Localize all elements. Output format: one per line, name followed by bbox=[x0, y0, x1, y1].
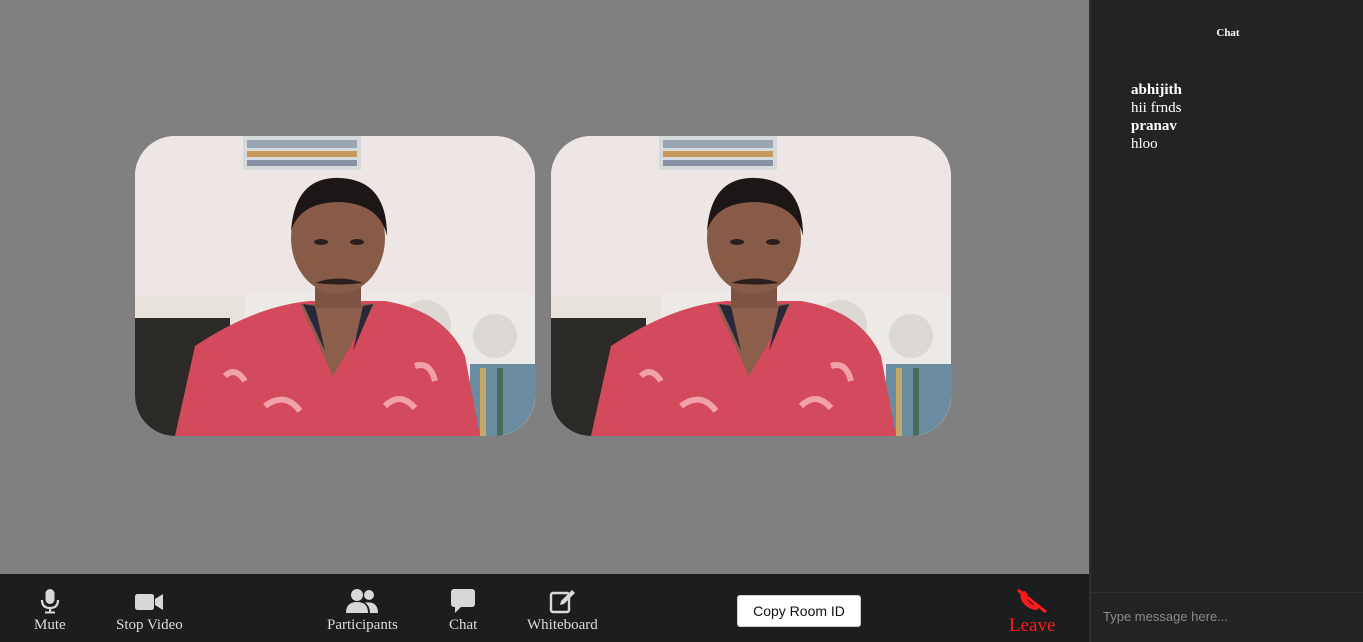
chat-input-area bbox=[1091, 592, 1363, 642]
chat-message: pranav hloo bbox=[1131, 117, 1182, 153]
message-text: hloo bbox=[1131, 136, 1158, 152]
participants-label: Participants bbox=[327, 617, 398, 633]
participants-icon bbox=[346, 589, 379, 613]
chat-panel-title: Chat bbox=[1216, 27, 1240, 39]
leave-label: Leave bbox=[1009, 615, 1056, 636]
stop-video-button[interactable]: Stop Video bbox=[116, 588, 183, 634]
mute-button[interactable]: Mute bbox=[34, 588, 66, 634]
meeting-controls-bar: Mute Stop Video Participants Chat Whiteb… bbox=[0, 574, 1089, 642]
mute-label: Mute bbox=[34, 617, 66, 633]
video-camera-icon bbox=[135, 594, 164, 610]
message-text: hii frnds bbox=[1131, 100, 1182, 116]
chat-label: Chat bbox=[449, 617, 478, 633]
whiteboard-edit-icon bbox=[550, 590, 576, 614]
stop-video-label: Stop Video bbox=[116, 617, 183, 633]
copy-room-id-button[interactable]: Copy Room ID bbox=[737, 595, 861, 627]
chat-message: abhijith hii frnds bbox=[1131, 81, 1182, 117]
leave-button[interactable]: Leave bbox=[1009, 588, 1055, 636]
chat-bubble-icon bbox=[451, 589, 476, 613]
chat-panel: Chat abhijith hii frnds pranav hloo bbox=[1089, 0, 1363, 642]
participant-video-tile bbox=[551, 136, 951, 436]
chat-button[interactable]: Chat bbox=[449, 588, 477, 634]
microphone-icon bbox=[40, 589, 59, 614]
participant-video-feed bbox=[551, 136, 951, 436]
participant-video-feed bbox=[135, 136, 535, 436]
participants-button[interactable]: Participants bbox=[327, 588, 398, 634]
participant-video-tile bbox=[135, 136, 535, 436]
message-sender: pranav bbox=[1131, 118, 1177, 134]
video-grid bbox=[0, 0, 1089, 574]
phone-leave-icon bbox=[1017, 588, 1048, 614]
message-sender: abhijith bbox=[1131, 82, 1182, 98]
chat-message-list: abhijith hii frnds pranav hloo bbox=[1131, 81, 1182, 153]
chat-message-input[interactable] bbox=[1103, 605, 1353, 627]
whiteboard-button[interactable]: Whiteboard bbox=[527, 588, 598, 634]
whiteboard-label: Whiteboard bbox=[527, 617, 598, 633]
